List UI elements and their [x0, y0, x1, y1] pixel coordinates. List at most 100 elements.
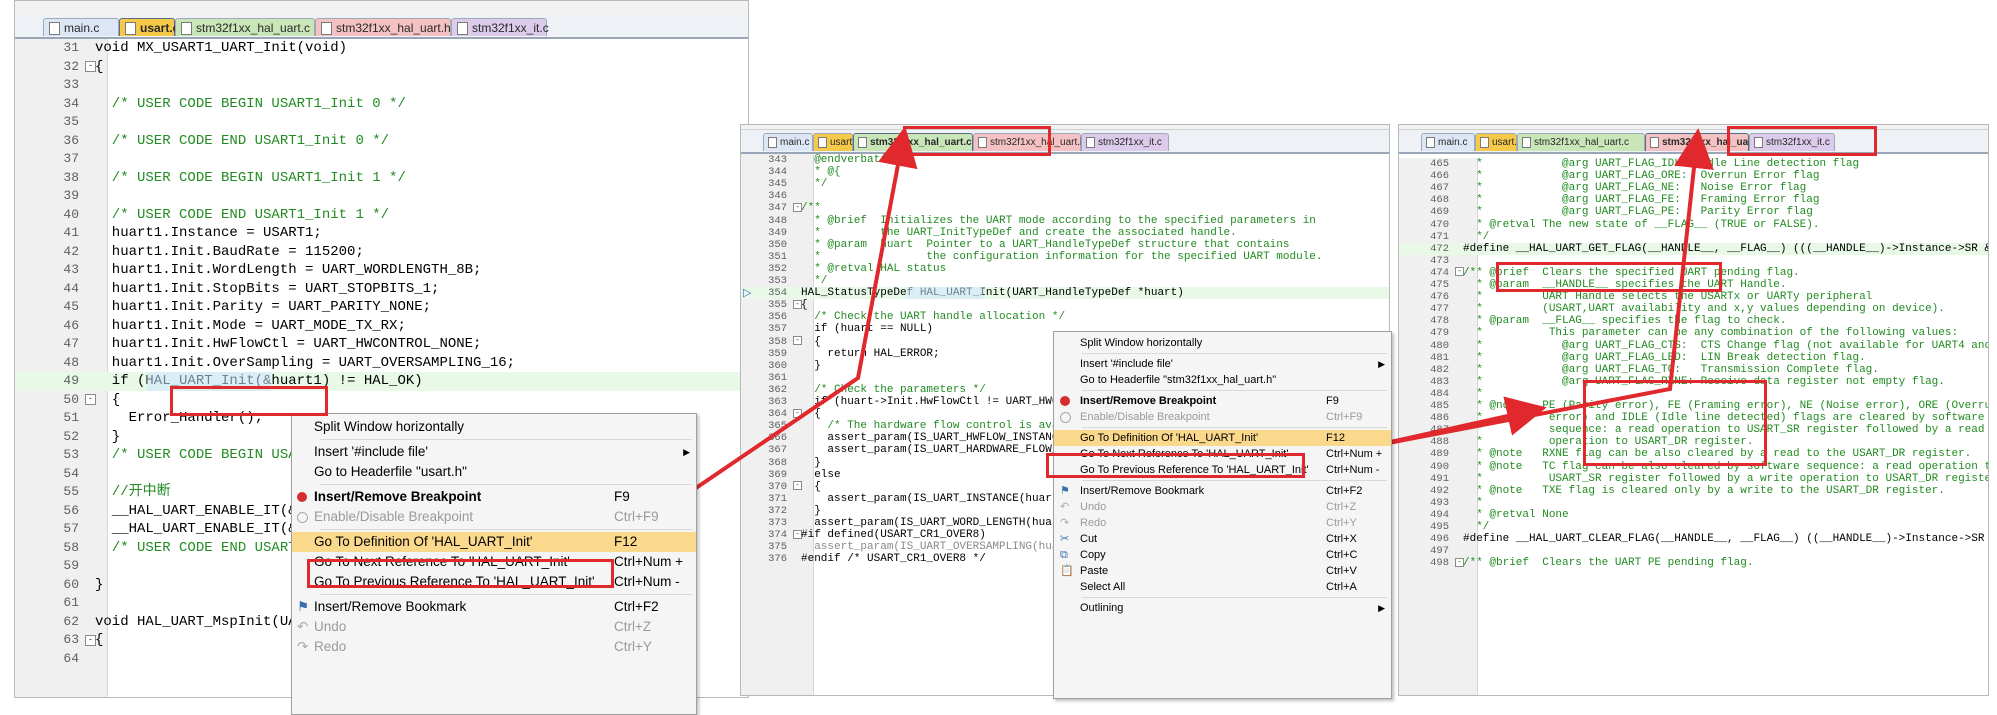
breakpoint-icon	[1060, 396, 1070, 406]
menu-item-label: Undo	[1080, 501, 1107, 513]
menu-item-label: Insert '#include file'	[314, 444, 428, 459]
menu-item-go-to-definition-of-hal-uart-init[interactable]: Go To Definition Of 'HAL_UART_Init' F12	[292, 532, 696, 552]
menu-item-label: Enable/Disable Breakpoint	[314, 509, 474, 524]
menu-item-insert-remove-bookmark[interactable]: Insert/Remove Bookmark Ctrl+F2 ⚑	[292, 597, 696, 617]
menu-item-label: Cut	[1080, 533, 1098, 545]
menu-item-label: Outlining	[1080, 602, 1124, 614]
menu-item-shortcut: Ctrl+Y	[614, 639, 652, 654]
menu-item-label: Insert '#include file'	[1080, 358, 1173, 370]
breakpoint-off-icon	[297, 512, 308, 523]
menu-item-insert-include-file[interactable]: Insert '#include file' ▶	[292, 442, 696, 462]
menu-item-go-to-previous-reference-to-hal-uart-init[interactable]: Go To Previous Reference To 'HAL_UART_In…	[292, 572, 696, 592]
menu-item-split-window-horizontally[interactable]: Split Window horizontally	[292, 417, 696, 437]
menu-item-shortcut: F9	[614, 489, 630, 504]
submenu-arrow-icon: ▶	[683, 447, 690, 457]
undo-icon: ↶	[297, 619, 309, 634]
menu-item-label: Insert/Remove Breakpoint	[1080, 395, 1217, 407]
menu-item-shortcut: Ctrl+F9	[1326, 411, 1363, 423]
menu-item-cut[interactable]: Cut Ctrl+X ✂	[1054, 531, 1391, 547]
menu-item-shortcut: Ctrl+F9	[614, 509, 659, 524]
menu-item-redo: Redo Ctrl+Y ↷	[1054, 515, 1391, 531]
menu-item-insert-remove-breakpoint[interactable]: Insert/Remove Breakpoint F9	[292, 487, 696, 507]
submenu-arrow-icon: ▶	[1378, 359, 1385, 369]
context-menu[interactable]: Split Window horizontally Insert '#includ…	[1053, 331, 1392, 699]
menu-item-shortcut: F9	[1326, 395, 1339, 407]
menu-separator	[320, 439, 692, 440]
menu-item-shortcut: Ctrl+Z	[614, 619, 652, 634]
menu-item-label: Go To Definition Of 'HAL_UART_Init'	[1080, 432, 1259, 444]
menu-item-enable-disable-breakpoint: Enable/Disable Breakpoint Ctrl+F9	[1054, 409, 1391, 425]
undo-icon: ↶	[1060, 501, 1070, 513]
menu-separator	[1082, 480, 1387, 481]
menu-item-label: Split Window horizontally	[1080, 337, 1203, 349]
menu-item-label: Paste	[1080, 565, 1109, 577]
bookmark-icon: ⚑	[297, 599, 310, 614]
submenu-arrow-icon: ▶	[1378, 603, 1385, 613]
menu-item-go-to-next-reference-to-hal-uart-init[interactable]: Go To Next Reference To 'HAL_UART_Init' C…	[292, 552, 696, 572]
menu-item-outlining[interactable]: Outlining ▶	[1054, 600, 1391, 616]
menu-item-shortcut: Ctrl+Y	[1326, 517, 1357, 529]
cut-icon: ✂	[1060, 533, 1070, 545]
menu-item-go-to-headerfile-stm32f1xx-hal-uart-h[interactable]: Go to Headerfile "stm32f1xx_hal_uart.h"	[1054, 372, 1391, 388]
menu-item-shortcut: Ctrl+Num +	[1326, 448, 1383, 460]
menu-item-label: Insert/Remove Breakpoint	[314, 489, 482, 504]
menu-item-label: Insert/Remove Bookmark	[314, 599, 467, 614]
menu-separator	[320, 529, 692, 530]
menu-item-go-to-previous-reference-to-hal-uart-init[interactable]: Go To Previous Reference To 'HAL_UART_In…	[1054, 462, 1391, 478]
menu-item-insert-remove-bookmark[interactable]: Insert/Remove Bookmark Ctrl+F2 ⚑	[1054, 483, 1391, 499]
menu-item-label: Redo	[1080, 517, 1107, 529]
menu-item-label: Go To Next Reference To 'HAL_UART_Init'	[314, 554, 570, 569]
menu-separator	[320, 594, 692, 595]
menu-item-shortcut: Ctrl+F2	[614, 599, 659, 614]
menu-item-label: Enable/Disable Breakpoint	[1080, 411, 1210, 423]
menu-item-label: Go To Previous Reference To 'HAL_UART_In…	[314, 574, 595, 589]
menu-item-label: Undo	[314, 619, 347, 634]
menu-item-label: Select All	[1080, 581, 1126, 593]
menu-item-shortcut: Ctrl+X	[1326, 533, 1357, 545]
menu-item-label: Split Window horizontally	[314, 419, 465, 434]
menu-item-label: Go To Previous Reference To 'HAL_UART_In…	[1080, 464, 1309, 476]
menu-item-paste[interactable]: Paste Ctrl+V 📋	[1054, 563, 1391, 579]
menu-item-undo: Undo Ctrl+Z ↶	[1054, 499, 1391, 515]
menu-item-shortcut: Ctrl+Num -	[614, 574, 680, 589]
menu-item-shortcut: Ctrl+C	[1326, 549, 1358, 561]
menu-item-label: Redo	[314, 639, 347, 654]
menu-item-label: Go To Next Reference To 'HAL_UART_Init'	[1080, 448, 1289, 460]
menu-item-shortcut: Ctrl+V	[1326, 565, 1357, 577]
menu-item-undo: Undo Ctrl+Z ↶	[292, 617, 696, 637]
menu-item-split-window-horizontally[interactable]: Split Window horizontally	[1054, 335, 1391, 351]
menu-separator	[1082, 427, 1387, 428]
bookmark-icon: ⚑	[1060, 485, 1070, 497]
menu-item-redo: Redo Ctrl+Y ↷	[292, 637, 696, 657]
menu-item-shortcut: Ctrl+Z	[1326, 501, 1357, 513]
menu-item-enable-disable-breakpoint: Enable/Disable Breakpoint Ctrl+F9	[292, 507, 696, 527]
redo-icon: ↷	[1060, 517, 1070, 529]
menu-item-go-to-definition-of-hal-uart-init[interactable]: Go To Definition Of 'HAL_UART_Init' F12	[1054, 430, 1391, 446]
context-menu[interactable]: Split Window horizontally Insert '#includ…	[291, 413, 697, 715]
menu-item-insert-remove-breakpoint[interactable]: Insert/Remove Breakpoint F9	[1054, 393, 1391, 409]
menu-item-label: Go To Definition Of 'HAL_UART_Init'	[314, 534, 533, 549]
redo-icon: ↷	[297, 639, 309, 654]
menu-item-shortcut: Ctrl+A	[1326, 581, 1357, 593]
menu-item-label: Insert/Remove Bookmark	[1080, 485, 1205, 497]
menu-separator	[320, 484, 692, 485]
menu-item-copy[interactable]: Copy Ctrl+C ⧉	[1054, 547, 1391, 563]
menu-item-shortcut: F12	[614, 534, 638, 549]
menu-item-go-to-headerfile-usart-h[interactable]: Go to Headerfile "usart.h"	[292, 462, 696, 482]
menu-item-go-to-next-reference-to-hal-uart-init[interactable]: Go To Next Reference To 'HAL_UART_Init' C…	[1054, 446, 1391, 462]
menu-item-shortcut: Ctrl+Num +	[614, 554, 684, 569]
menu-item-label: Copy	[1080, 549, 1106, 561]
menu-separator	[1082, 597, 1387, 598]
menu-item-label: Go to Headerfile "stm32f1xx_hal_uart.h"	[1080, 374, 1277, 386]
menu-separator	[1082, 353, 1387, 354]
menu-item-select-all[interactable]: Select All Ctrl+A	[1054, 579, 1391, 595]
breakpoint-icon	[297, 492, 307, 502]
copy-icon: ⧉	[1060, 549, 1068, 561]
breakpoint-off-icon	[1060, 412, 1071, 423]
menu-item-label: Go to Headerfile "usart.h"	[314, 464, 467, 479]
menu-item-shortcut: F12	[1326, 432, 1345, 444]
menu-item-insert-include-file[interactable]: Insert '#include file' ▶	[1054, 356, 1391, 372]
menu-item-shortcut: Ctrl+F2	[1326, 485, 1363, 497]
menu-item-shortcut: Ctrl+Num -	[1326, 464, 1380, 476]
paste-icon: 📋	[1060, 565, 1074, 577]
